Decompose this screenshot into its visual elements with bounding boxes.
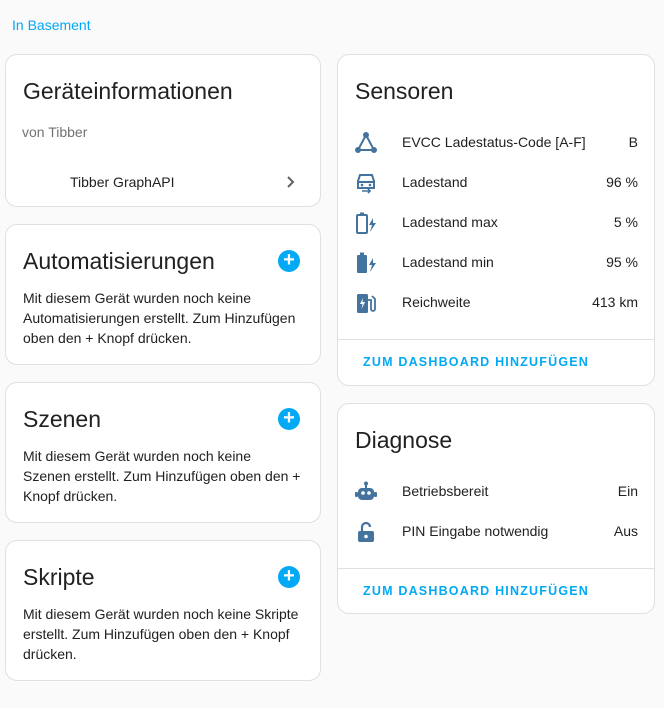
sensor-row[interactable]: EVCC Ladestatus-Code [A-F] B (338, 123, 654, 163)
diagnostics-title: Diagnose (355, 427, 453, 453)
ev-station-icon (354, 291, 378, 315)
device-info-title: Geräteinformationen (23, 78, 233, 104)
automations-empty-text: Mit diesem Gerät wurden noch keine Autom… (23, 290, 296, 346)
sensor-name: Ladestand max (402, 214, 498, 230)
automations-title: Automatisierungen (23, 248, 215, 274)
scripts-card: Skripte + Mit diesem Gerät wurden noch k… (5, 540, 321, 681)
graph-icon (354, 131, 378, 155)
sensors-title: Sensoren (355, 78, 454, 104)
diagnostic-value: Ein (617, 483, 638, 499)
automations-card: Automatisierungen + Mit diesem Gerät wur… (5, 224, 321, 365)
scenes-title: Szenen (23, 406, 102, 432)
diagnostic-value: Aus (613, 523, 638, 539)
sensor-name: EVCC Ladestatus-Code [A-F] (402, 134, 586, 150)
battery-charging-icon (354, 251, 378, 275)
sensor-name: Ladestand (402, 174, 468, 190)
sensor-value: 5 % (613, 214, 638, 230)
battery-charging-outline-icon (354, 211, 378, 235)
add-scene-button[interactable]: + (278, 408, 300, 430)
scripts-title: Skripte (23, 564, 95, 590)
diagnostics-card: Diagnose Betriebsbereit Ein PIN Eingabe … (337, 403, 655, 614)
diagnostic-name: Betriebsbereit (402, 483, 489, 499)
sensor-value: 96 % (606, 174, 638, 190)
add-script-button[interactable]: + (278, 566, 300, 588)
sensor-row[interactable]: Reichweite 413 km (338, 283, 654, 323)
sensor-name: Ladestand min (402, 254, 494, 270)
lock-open-icon (354, 520, 378, 544)
divider (338, 568, 654, 569)
sensors-card: Sensoren EVCC Ladestatus-Code [A-F] B La… (337, 54, 655, 386)
integration-link[interactable]: Tibber GraphAPI (6, 163, 320, 203)
sensor-row[interactable]: Ladestand 96 % (338, 163, 654, 203)
sensor-name: Reichweite (402, 294, 471, 310)
robot-icon (354, 480, 378, 504)
scenes-card: Szenen + Mit diesem Gerät wurden noch ke… (5, 382, 321, 523)
sensor-value: 95 % (606, 254, 638, 270)
sensor-row[interactable]: Ladestand max 5 % (338, 203, 654, 243)
device-info-card: Geräteinformationen von Tibber Tibber Gr… (5, 54, 321, 207)
integration-label: Tibber GraphAPI (70, 174, 175, 190)
car-icon (354, 171, 378, 195)
scripts-empty-text: Mit diesem Gerät wurden noch keine Skrip… (23, 606, 299, 662)
manufacturer-text: von Tibber (22, 124, 88, 140)
divider (338, 339, 654, 340)
diagnostic-row[interactable]: PIN Eingabe notwendig Aus (338, 512, 654, 552)
diagnostic-name: PIN Eingabe notwendig (402, 523, 549, 539)
add-sensors-to-dashboard-button[interactable]: ZUM DASHBOARD HINZUFÜGEN (363, 355, 589, 369)
add-diagnostics-to-dashboard-button[interactable]: ZUM DASHBOARD HINZUFÜGEN (363, 584, 589, 598)
sensor-value: B (628, 134, 638, 150)
sensor-value: 413 km (592, 294, 638, 310)
sensor-row[interactable]: Ladestand min 95 % (338, 243, 654, 283)
diagnostic-row[interactable]: Betriebsbereit Ein (338, 472, 654, 512)
scenes-empty-text: Mit diesem Gerät wurden noch keine Szene… (23, 448, 301, 504)
chevron-right-icon (284, 175, 298, 194)
area-link[interactable]: In Basement (12, 17, 91, 33)
add-automation-button[interactable]: + (278, 250, 300, 272)
